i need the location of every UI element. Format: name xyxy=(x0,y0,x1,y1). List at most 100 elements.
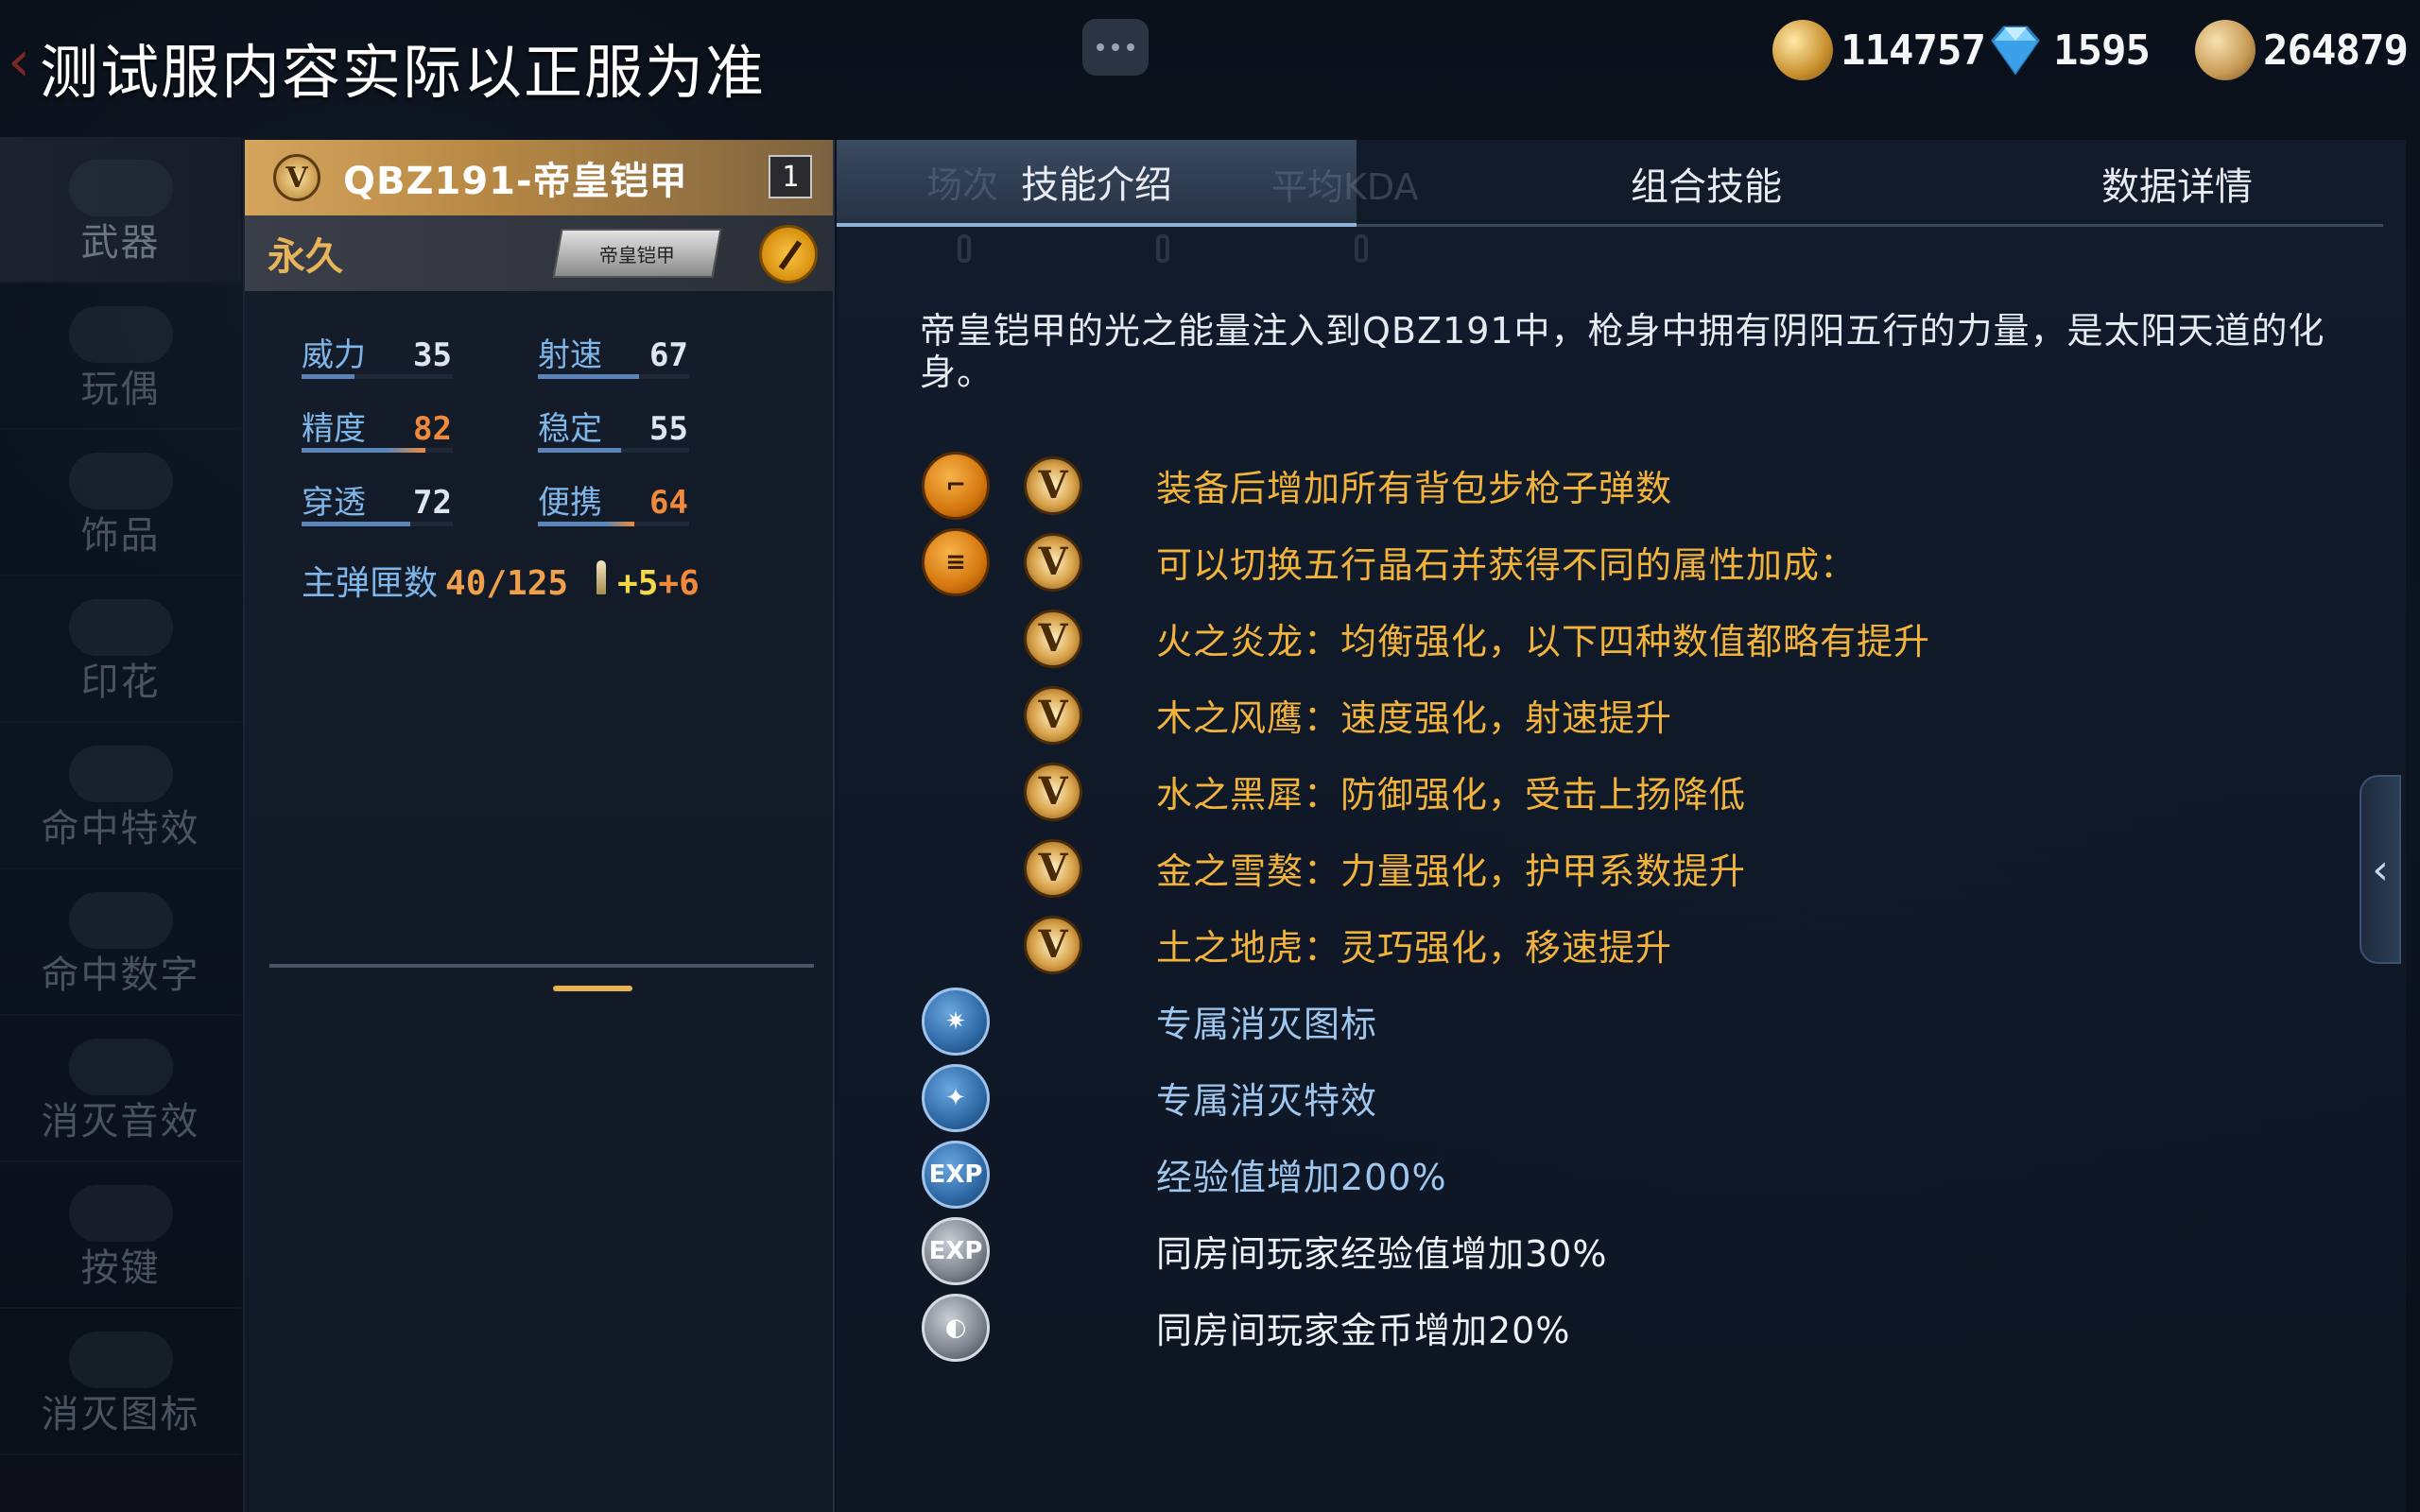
sidebar-item-hit-number[interactable]: 命中数字 xyxy=(0,869,241,1016)
stat-bar xyxy=(302,374,453,379)
exp-boost-icon: EXP xyxy=(922,1140,990,1209)
feature-text: 同房间玩家经验值增加30% xyxy=(1156,1233,1608,1275)
feature-glyph: ✦ xyxy=(945,1083,966,1112)
stat-label: 穿透 xyxy=(302,484,366,522)
sidebar-item-hit-effect[interactable]: 命中特效 xyxy=(0,723,241,869)
feature-row: ≡ V 可以切换五行晶石并获得不同的属性加成： xyxy=(922,524,2340,600)
ghost-tab-label: 场次 xyxy=(926,163,999,206)
ammo-value: 40/125 xyxy=(445,564,569,603)
stat-bar-fill xyxy=(538,374,640,379)
tab-label: 数据详情 xyxy=(2101,165,2253,209)
feature-text: 土之地虎：灵巧强化，移速提升 xyxy=(1156,927,1673,969)
card-divider xyxy=(269,964,814,968)
feature-text: 经验值增加200% xyxy=(1156,1157,1447,1198)
sidebar-item-accessory[interactable]: 饰品 xyxy=(0,430,241,576)
tab-label: 组合技能 xyxy=(1631,165,1782,209)
diamond-currency[interactable]: 1595 xyxy=(1985,17,2151,83)
page-indicator[interactable] xyxy=(553,986,632,991)
coin-currency[interactable]: 264879 xyxy=(2195,17,2409,83)
sidebar-item-label: 消灭图标 xyxy=(41,1393,200,1436)
feature-glyph: EXP xyxy=(928,1236,983,1265)
bullet-icon xyxy=(596,560,607,594)
vip-badge-icon: V xyxy=(1024,609,1082,668)
stat-bar xyxy=(302,448,453,453)
hit-number-icon xyxy=(68,892,173,949)
rarity-icon xyxy=(759,225,818,284)
sidebar-item-label: 消灭音效 xyxy=(41,1100,200,1143)
collapse-panel-button[interactable]: ‹ xyxy=(2360,775,2401,964)
stat-bar-fill xyxy=(538,522,635,526)
test-server-notice: 测试服内容实际以正服为准 xyxy=(40,38,767,107)
feature-text: 火之炎龙：均衡强化，以下四种数值都略有提升 xyxy=(1156,621,1931,662)
ammo-bonus: +5 xyxy=(617,564,659,603)
skin-tag: 帝皇铠甲 xyxy=(552,229,722,278)
chat-button[interactable] xyxy=(1082,19,1149,76)
weapon-card-header: V QBZ191-帝皇铠甲 1 xyxy=(245,140,833,215)
feature-row: ⌐ V 装备后增加所有背包步枪子弹数 xyxy=(922,447,2340,524)
ammo-bonus-extra: +6 xyxy=(658,564,700,603)
sidebar-item-label: 命中特效 xyxy=(41,807,200,850)
keys-icon xyxy=(68,1185,173,1242)
sidebar-item-label: 饰品 xyxy=(80,514,161,558)
ghost-mark xyxy=(1355,234,1368,263)
room-exp-icon: EXP xyxy=(922,1216,990,1285)
feature-list: ⌐ V 装备后增加所有背包步枪子弹数 ≡ V 可以切换五行晶石并获得不同的属性加成： V 火之… xyxy=(922,447,2340,1366)
decal-icon xyxy=(68,599,173,656)
weapon-duration: 永久 xyxy=(268,235,343,279)
stat-bar-fill xyxy=(302,522,411,526)
sidebar-item-label: 按键 xyxy=(80,1246,161,1290)
sidebar-item-doll[interactable]: 玩偶 xyxy=(0,284,241,430)
weapon-title: QBZ191-帝皇铠甲 xyxy=(343,160,688,203)
ammo-info: 主弹匣数 40/125 +5 +6 xyxy=(302,556,774,605)
ghost-mark xyxy=(1156,234,1169,263)
kill-icon-icon: ✷ xyxy=(922,987,990,1056)
gold-icon xyxy=(1772,20,1833,80)
weapon-card: V QBZ191-帝皇铠甲 1 永久 帝皇铠甲 威力 35 射速 67 精度 8… xyxy=(243,140,835,1512)
ghost-tab-label: 平均KDA xyxy=(1271,165,1419,208)
hit-effect-icon xyxy=(68,746,173,802)
stat-label: 精度 xyxy=(302,410,366,448)
sidebar-item-keys[interactable]: 按键 xyxy=(0,1162,241,1309)
feature-text: 同房间玩家金币增加20% xyxy=(1156,1310,1571,1351)
detail-panel: 场次 技能介绍 平均KDA 组合技能 数据详情 帝皇铠甲的光之能量注入到QBZ1… xyxy=(837,140,2406,1512)
stat-bar xyxy=(538,374,689,379)
chat-dot-icon xyxy=(1127,43,1134,51)
stat-fire-rate: 射速 67 xyxy=(538,329,774,403)
stat-bar xyxy=(538,522,689,526)
feature-row: V 金之雪獒：力量强化，护甲系数提升 xyxy=(922,830,2340,906)
sidebar-item-decal[interactable]: 印花 xyxy=(0,576,241,723)
skin-description: 帝皇铠甲的光之能量注入到QBZ191中，枪身中拥有阴阳五行的力量，是太阳天道的化… xyxy=(920,310,2325,393)
stat-accuracy: 精度 82 xyxy=(302,403,538,476)
room-coin-icon: ◐ xyxy=(922,1293,990,1362)
stat-bar-fill xyxy=(302,448,426,453)
stat-power: 威力 35 xyxy=(302,329,538,403)
vip-badge-icon: V xyxy=(1024,838,1082,898)
feature-glyph: ✷ xyxy=(945,1006,966,1036)
vip-badge-icon: V xyxy=(1024,455,1082,515)
sidebar-item-weapon[interactable]: 武器 xyxy=(0,137,241,284)
feature-row: EXP 同房间玩家经验值增加30% xyxy=(922,1212,2340,1289)
weapon-icon xyxy=(68,160,173,216)
sidebar-item-label: 印花 xyxy=(80,661,161,704)
feature-text: 木之风鹰：速度强化，射速提升 xyxy=(1156,697,1673,739)
tab-data-details[interactable]: 数据详情 xyxy=(1971,140,2383,227)
kill-sound-icon xyxy=(68,1039,173,1095)
diamond-icon xyxy=(1985,20,2046,80)
weapon-count: 1 xyxy=(769,155,812,198)
gold-currency[interactable]: 114757 xyxy=(1772,17,1986,83)
feature-text: 装备后增加所有背包步枪子弹数 xyxy=(1156,468,1673,509)
feature-row: ◐ 同房间玩家金币增加20% xyxy=(922,1289,2340,1366)
gold-amount: 114757 xyxy=(1841,26,1986,75)
stat-value: 35 xyxy=(413,336,452,374)
stat-penetration: 穿透 72 xyxy=(302,476,538,550)
feature-row: ✦ 专属消灭特效 xyxy=(922,1059,2340,1136)
stat-portability: 便携 64 xyxy=(538,476,774,550)
stat-label: 稳定 xyxy=(538,410,602,448)
accessory-icon xyxy=(68,453,173,509)
sidebar-item-label: 玩偶 xyxy=(80,368,161,411)
feature-text: 专属消灭图标 xyxy=(1156,1004,1378,1045)
feature-glyph: EXP xyxy=(928,1160,983,1189)
skin-tag-label: 帝皇铠甲 xyxy=(599,243,675,266)
sidebar-item-kill-icon[interactable]: 消灭图标 xyxy=(0,1309,241,1455)
sidebar-item-kill-sound[interactable]: 消灭音效 xyxy=(0,1016,241,1162)
